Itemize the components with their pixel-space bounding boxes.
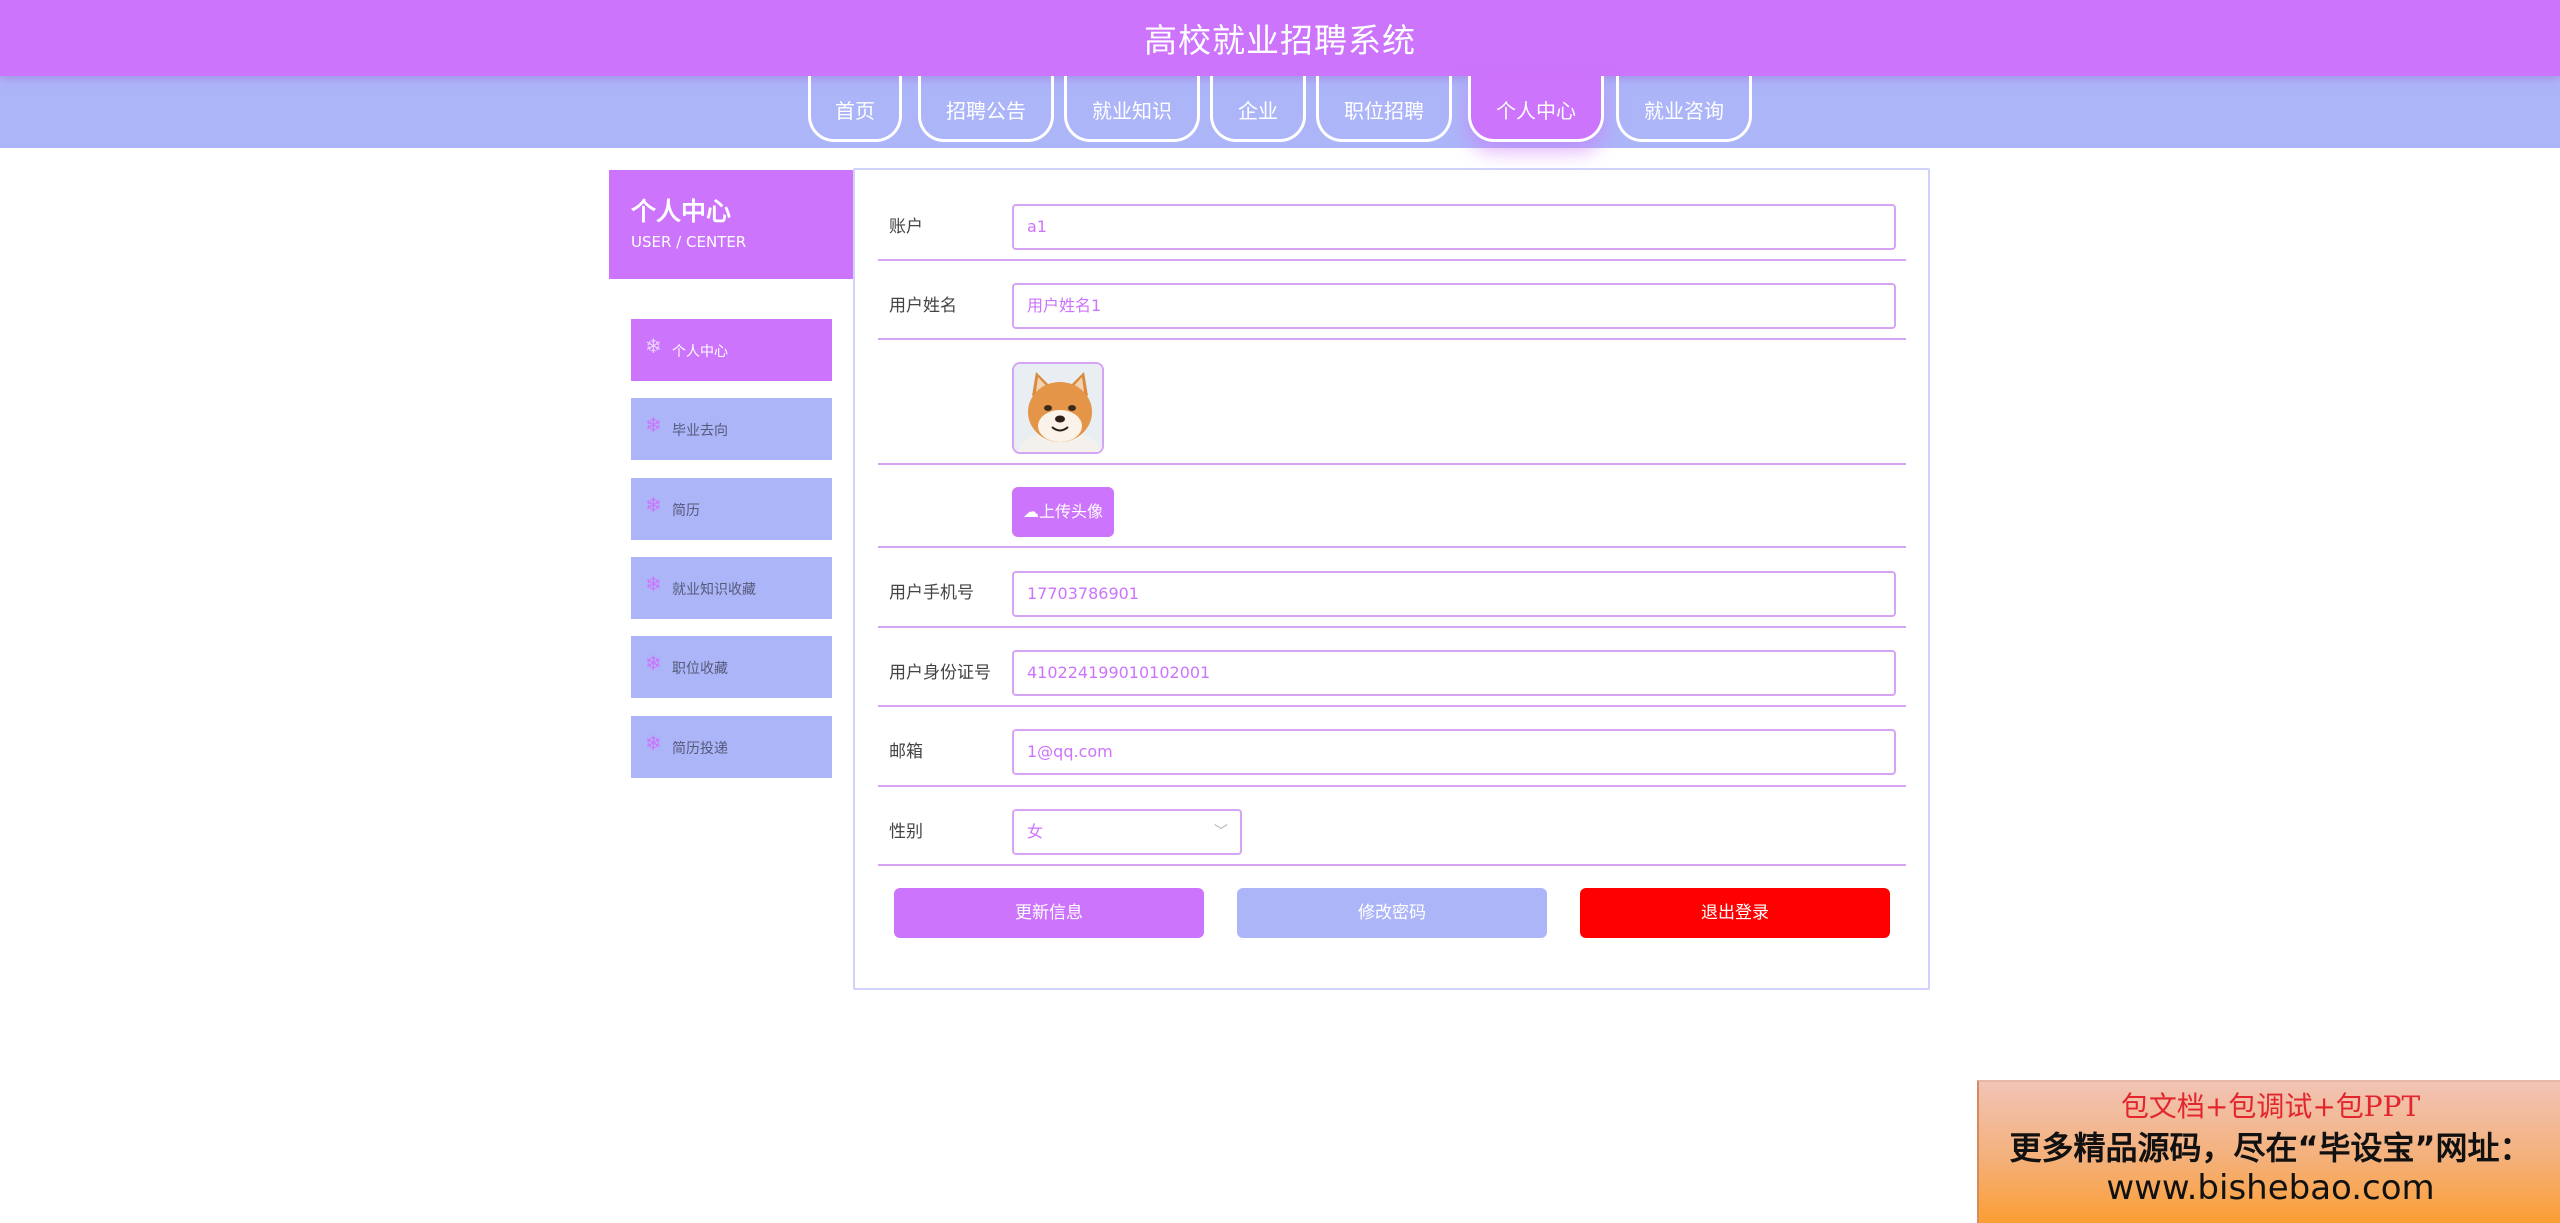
snowflake-icon: ❄ [645, 334, 662, 358]
name-label: 用户姓名 [889, 296, 957, 316]
upload-avatar-button[interactable]: ☁上传头像 [1012, 487, 1114, 537]
row-divider [878, 705, 1906, 707]
promo-url: www.bishebao.com [2106, 1168, 2435, 1208]
row-divider [878, 864, 1906, 866]
sidebar-item-label: 简历 [672, 503, 700, 519]
nav-item-home[interactable]: 首页 [808, 76, 902, 142]
row-divider [878, 338, 1906, 340]
upload-avatar-label: 上传头像 [1038, 502, 1103, 521]
sidebar-title: 个人中心 [631, 197, 732, 226]
sidebar-item-knowledge-favorites[interactable]: ❄ 就业知识收藏 [631, 557, 832, 619]
snowflake-icon: ❄ [645, 731, 662, 755]
avatar [1012, 362, 1104, 454]
account-label: 账户 [889, 217, 923, 237]
row-divider [878, 546, 1906, 548]
promo-banner: 包文档+包调试+包PPT 更多精品源码，尽在“毕设宝”网址： www.bishe… [1977, 1080, 2560, 1223]
nav-item-consultation[interactable]: 就业咨询 [1616, 76, 1752, 142]
sidebar-item-label: 简历投递 [672, 741, 728, 757]
gender-label: 性别 [889, 822, 923, 842]
row-divider [878, 463, 1906, 465]
logout-button[interactable]: 退出登录 [1580, 888, 1890, 938]
nav-item-announcements[interactable]: 招聘公告 [918, 76, 1054, 142]
promo-line-2: 更多精品源码，尽在“毕设宝”网址： [2009, 1129, 2532, 1167]
snowflake-icon: ❄ [645, 572, 662, 596]
sidebar-item-resume-delivery[interactable]: ❄ 简历投递 [631, 716, 832, 778]
row-divider [878, 259, 1906, 261]
snowflake-icon: ❄ [645, 493, 662, 517]
sidebar-item-resume[interactable]: ❄ 简历 [631, 478, 832, 540]
snowflake-icon: ❄ [645, 413, 662, 437]
sidebar-item-graduation-destination[interactable]: ❄ 毕业去向 [631, 398, 832, 460]
site-title: 高校就业招聘系统 [1144, 21, 1416, 60]
sidebar-item-label: 个人中心 [672, 344, 728, 360]
phone-label: 用户手机号 [889, 583, 974, 603]
sidebar-item-label: 职位收藏 [672, 661, 728, 677]
sidebar-item-personal-center[interactable]: ❄ 个人中心 [631, 319, 832, 381]
top-header: 高校就业招聘系统 [0, 0, 2560, 76]
id-number-label: 用户身份证号 [889, 663, 991, 683]
name-input[interactable]: 用户姓名1 [1012, 283, 1896, 329]
nav-item-company[interactable]: 企业 [1210, 76, 1306, 142]
row-divider [878, 626, 1906, 628]
phone-input[interactable]: 17703786901 [1012, 571, 1896, 617]
sidebar-item-label: 毕业去向 [672, 423, 728, 439]
gender-select-value: 女 [1027, 822, 1044, 841]
snowflake-icon: ❄ [645, 651, 662, 675]
sidebar-header: 个人中心 USER / CENTER [609, 170, 854, 279]
id-number-input[interactable]: 410224199010102001 [1012, 650, 1896, 696]
nav-item-personal-center[interactable]: 个人中心 [1468, 76, 1604, 142]
sidebar-item-label: 就业知识收藏 [672, 582, 756, 598]
row-divider [878, 785, 1906, 787]
shiba-dog-avatar [1014, 364, 1102, 452]
update-info-button[interactable]: 更新信息 [894, 888, 1204, 938]
account-input[interactable]: a1 [1012, 204, 1896, 250]
nav-item-jobs[interactable]: 职位招聘 [1316, 76, 1452, 142]
nav-item-knowledge[interactable]: 就业知识 [1064, 76, 1200, 142]
gender-select[interactable]: 女 ﹀ [1012, 809, 1242, 855]
sidebar-item-job-favorites[interactable]: ❄ 职位收藏 [631, 636, 832, 698]
sidebar-subtitle: USER / CENTER [631, 233, 747, 251]
chevron-down-icon: ﹀ [1214, 824, 1228, 840]
change-password-button[interactable]: 修改密码 [1237, 888, 1547, 938]
cloud-upload-icon: ☁ [1022, 502, 1039, 521]
email-input[interactable]: 1@qq.com [1012, 729, 1896, 775]
email-label: 邮箱 [889, 742, 923, 762]
promo-line-1: 包文档+包调试+包PPT [2120, 1090, 2421, 1123]
